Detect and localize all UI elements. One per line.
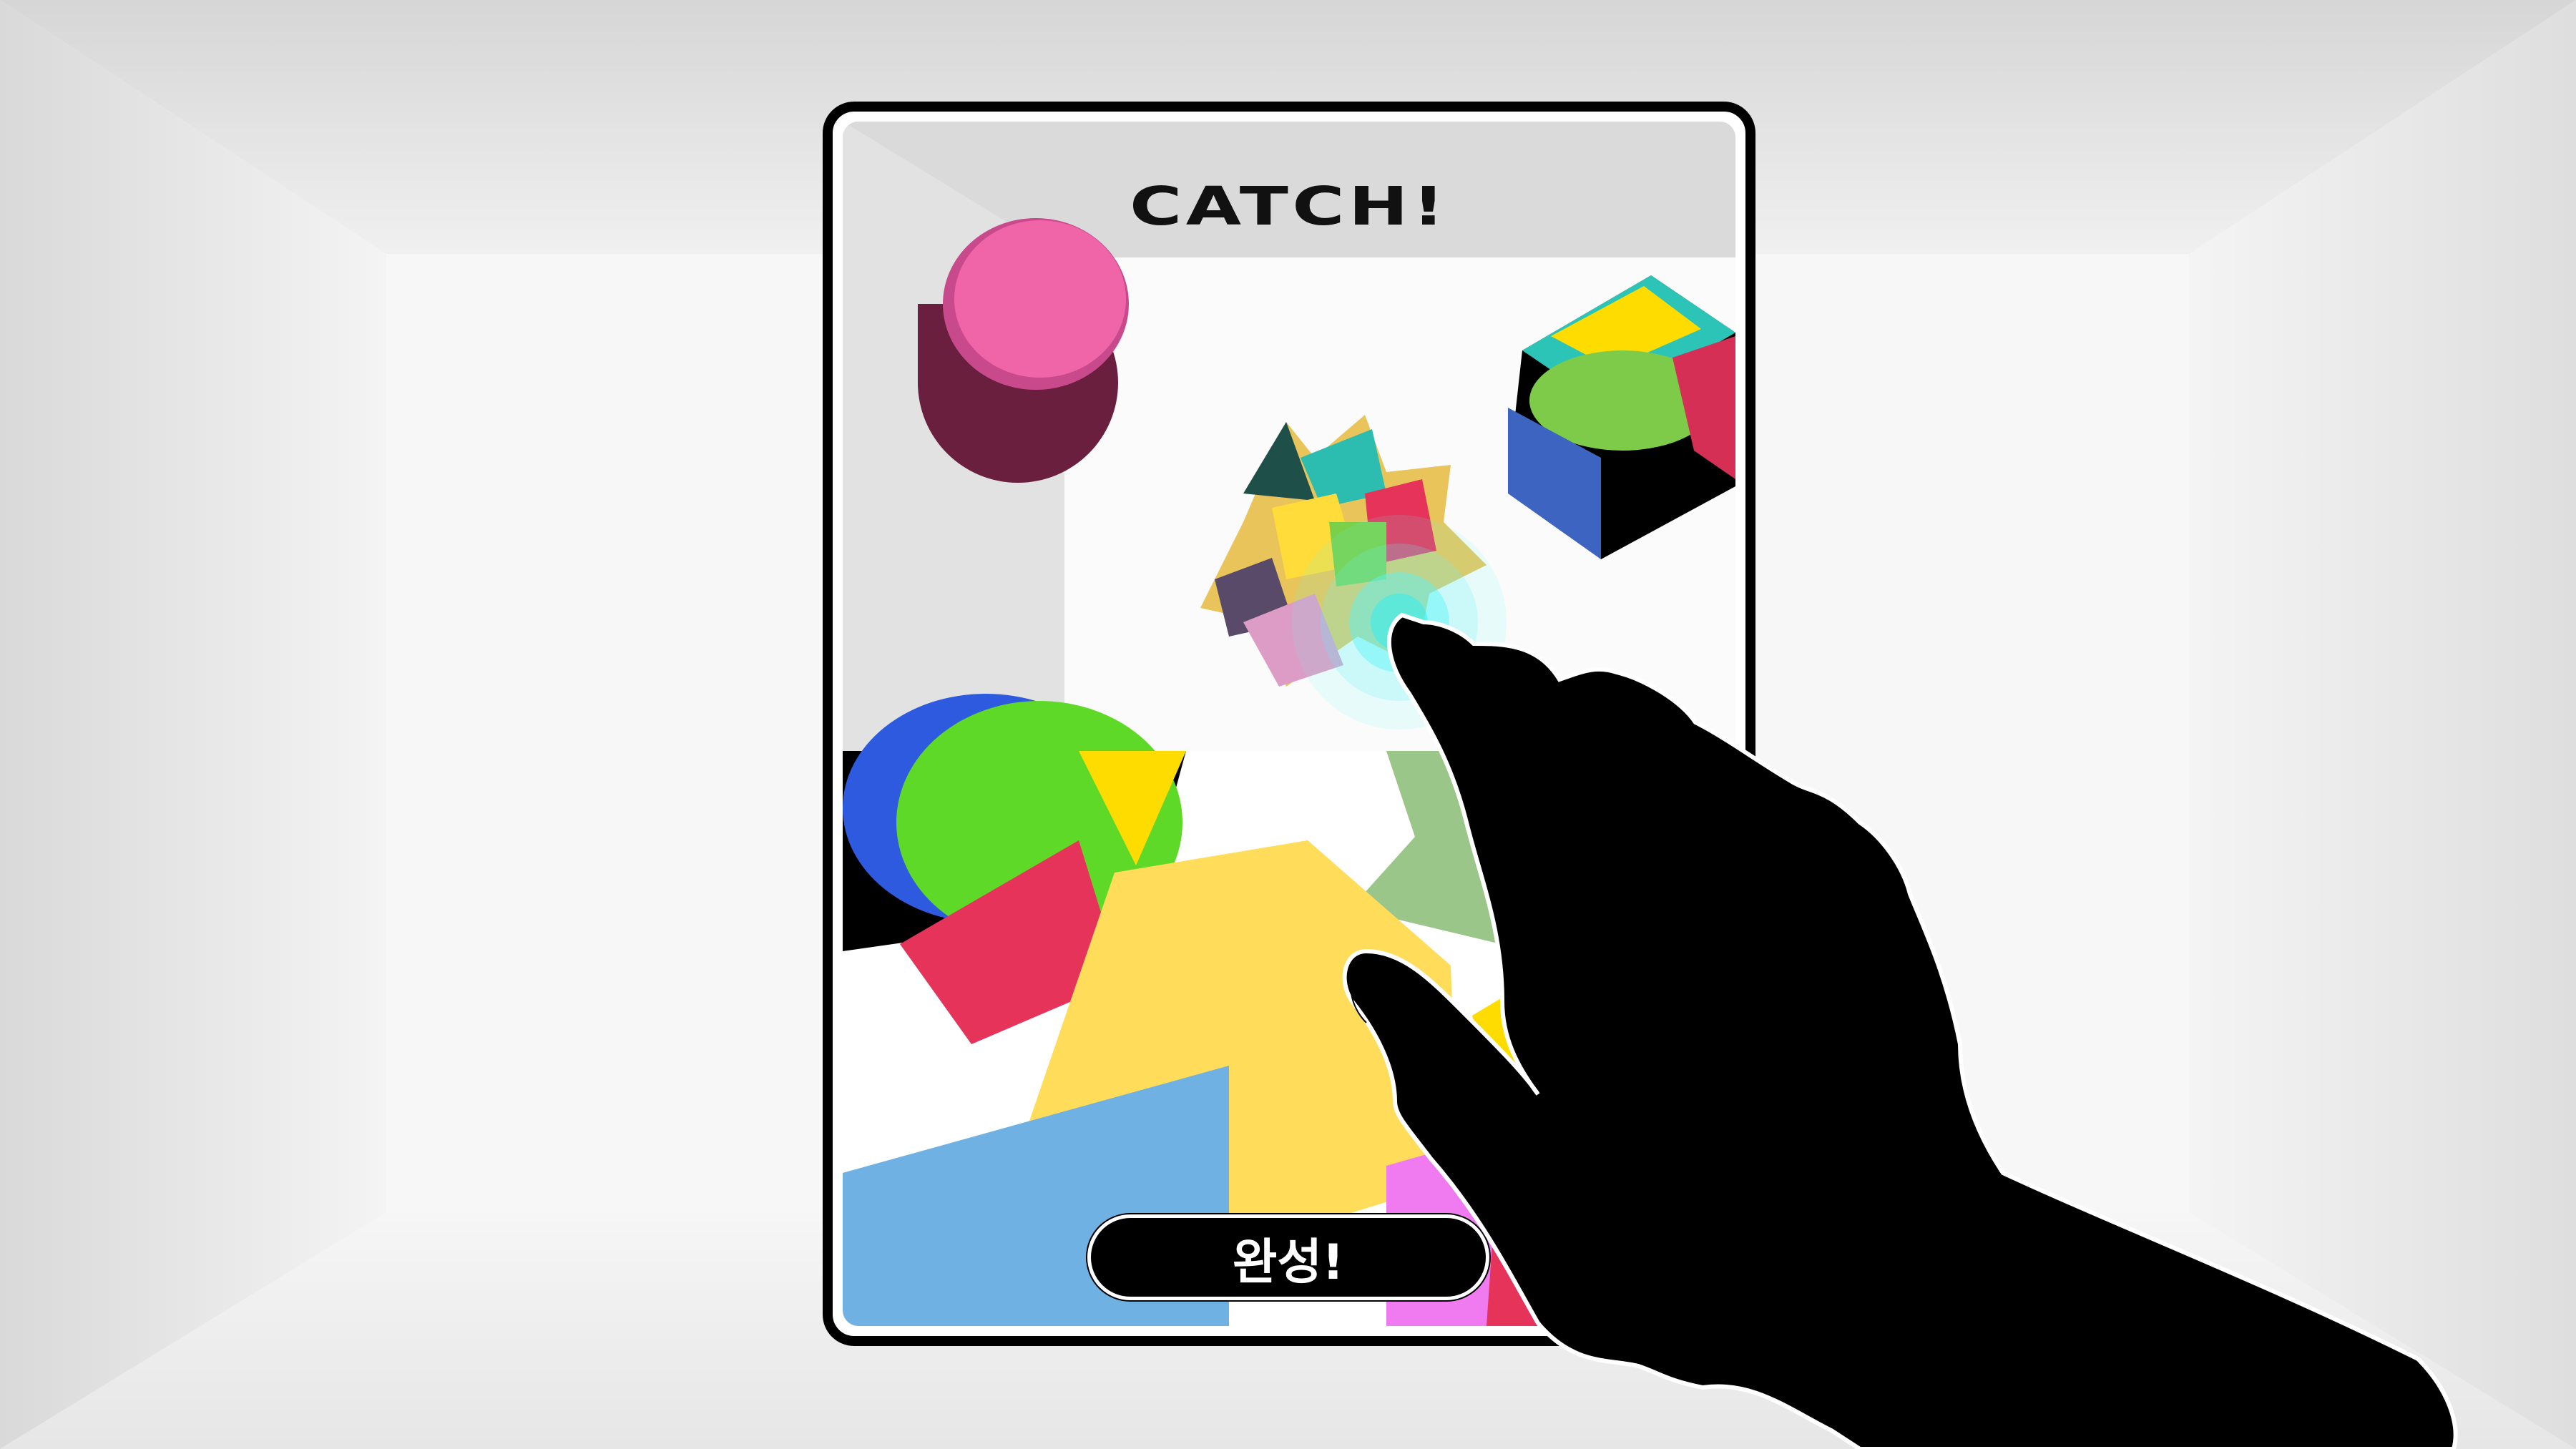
phone-frame: CATCH! [823,102,1755,1346]
game-screen[interactable]: CATCH! [843,122,1735,1326]
game-title: CATCH! [1130,176,1449,237]
game-scene [843,122,1735,1326]
complete-button[interactable]: 완성! [1087,1214,1489,1300]
tap-ripple-icon [1292,515,1507,730]
